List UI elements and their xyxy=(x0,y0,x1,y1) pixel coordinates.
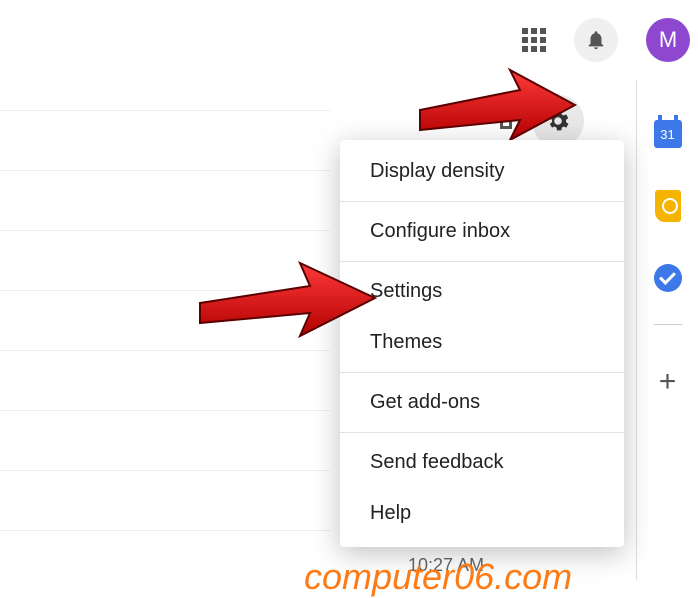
menu-item-configure-inbox[interactable]: Configure inbox xyxy=(340,206,624,257)
menu-item-label: Display density xyxy=(370,160,505,182)
side-panel-divider xyxy=(654,324,682,325)
menu-divider xyxy=(340,261,624,262)
menu-item-themes[interactable]: Themes xyxy=(340,317,624,368)
annotation-arrow-gear xyxy=(410,50,580,140)
avatar-initial: M xyxy=(659,27,677,53)
watermark-text: computer06.com xyxy=(304,556,572,598)
calendar-addon-button[interactable]: 31 xyxy=(654,120,682,148)
add-addon-button[interactable]: + xyxy=(659,367,677,397)
menu-item-display-density[interactable]: Display density xyxy=(340,146,624,197)
calendar-day-label: 31 xyxy=(660,127,674,142)
notifications-button[interactable] xyxy=(574,18,618,62)
menu-item-label: Get add-ons xyxy=(370,391,480,413)
side-panel: 31 + xyxy=(636,80,698,580)
menu-item-label: Help xyxy=(370,502,411,524)
mail-row xyxy=(0,170,330,171)
mail-row xyxy=(0,470,330,471)
mail-row xyxy=(0,530,330,531)
settings-menu: Display density Configure inbox Settings… xyxy=(340,140,624,547)
menu-item-settings[interactable]: Settings xyxy=(340,266,624,317)
mail-row xyxy=(0,410,330,411)
mail-row xyxy=(0,350,330,351)
avatar[interactable]: M xyxy=(646,18,690,62)
menu-item-help[interactable]: Help xyxy=(340,488,624,539)
menu-item-label: Settings xyxy=(370,280,442,302)
menu-divider xyxy=(340,432,624,433)
menu-item-label: Configure inbox xyxy=(370,220,510,242)
annotation-arrow-settings xyxy=(190,248,380,338)
keep-addon-button[interactable] xyxy=(655,190,681,222)
menu-item-send-feedback[interactable]: Send feedback xyxy=(340,437,624,488)
bell-icon xyxy=(585,29,607,51)
menu-item-label: Send feedback xyxy=(370,451,503,473)
mail-row xyxy=(0,110,330,111)
menu-item-label: Themes xyxy=(370,331,442,353)
menu-divider xyxy=(340,201,624,202)
menu-divider xyxy=(340,372,624,373)
tasks-addon-button[interactable] xyxy=(654,264,682,292)
mail-row xyxy=(0,230,330,231)
apps-grid-icon[interactable] xyxy=(522,28,546,52)
menu-item-get-addons[interactable]: Get add-ons xyxy=(340,377,624,428)
